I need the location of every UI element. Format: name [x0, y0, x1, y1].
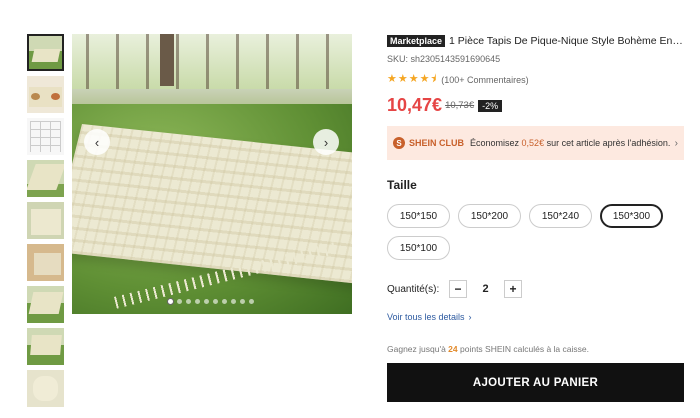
add-to-cart-button[interactable]: AJOUTER AU PANIER — [387, 363, 684, 402]
club-logo-icon: S — [393, 137, 405, 149]
carousel-dot[interactable] — [168, 299, 173, 304]
carousel-dots — [168, 299, 254, 304]
club-name: SHEIN CLUB — [409, 138, 465, 148]
quantity-increase-button[interactable]: + — [504, 280, 522, 298]
thumbnail-9[interactable] — [27, 370, 64, 407]
thumbnail-3[interactable] — [27, 118, 64, 155]
chevron-right-icon: › — [674, 137, 678, 149]
view-details-label: Voir tous les details — [387, 312, 465, 322]
quantity-label: Quantité(s): — [387, 283, 440, 295]
discount-badge: -2% — [478, 99, 503, 112]
carousel-dot[interactable] — [222, 299, 227, 304]
carousel-dot[interactable] — [186, 299, 191, 304]
star-rating-icon: ★★★★⯨ — [387, 73, 438, 85]
size-option[interactable]: 150*150 — [387, 204, 450, 228]
product-page: ‹ › Marketplace 1 Pièce Tapis De Pique-N… — [0, 0, 700, 418]
club-savings-text: Économisez 0,52€ sur cet article après l… — [470, 138, 671, 148]
quantity-decrease-button[interactable]: − — [449, 280, 467, 298]
carousel-dot[interactable] — [231, 299, 236, 304]
thumbnail-5[interactable] — [27, 202, 64, 239]
quantity-stepper: − 2 + — [449, 280, 522, 298]
previous-image-button[interactable]: ‹ — [84, 129, 110, 155]
quantity-row: Quantité(s): − 2 + — [387, 280, 684, 298]
size-label: Taille — [387, 178, 417, 192]
product-info: Marketplace 1 Pièce Tapis De Pique-Nique… — [387, 34, 684, 402]
next-image-button[interactable]: › — [313, 129, 339, 155]
size-option[interactable]: 150*240 — [529, 204, 592, 228]
marketplace-badge: Marketplace — [387, 35, 446, 47]
thumbnail-6[interactable] — [27, 244, 64, 281]
product-sku: SKU: sh2305143591690645 — [387, 54, 501, 64]
carousel-dot[interactable] — [213, 299, 218, 304]
size-option[interactable]: 150*100 — [387, 236, 450, 260]
carousel-dot[interactable] — [249, 299, 254, 304]
carousel-dot[interactable] — [195, 299, 200, 304]
quantity-value[interactable]: 2 — [467, 283, 504, 295]
carousel-dot[interactable] — [240, 299, 245, 304]
club-savings-amount: 0,52€ — [521, 138, 545, 148]
main-product-image — [72, 34, 352, 314]
reviews-count[interactable]: (100+ Commentaires) — [441, 75, 528, 85]
product-title: 1 Pièce Tapis De Pique-Nique Style Bohèm… — [449, 35, 684, 47]
thumbnail-2[interactable] — [27, 76, 64, 113]
thumbnail-8[interactable] — [27, 328, 64, 365]
chevron-right-icon: › — [468, 312, 472, 322]
chevron-right-icon: › — [323, 134, 329, 150]
thumbnail-strip — [27, 34, 65, 412]
points-value: 24 — [448, 344, 458, 354]
thumbnail-1[interactable] — [27, 34, 64, 71]
carousel-dot[interactable] — [204, 299, 209, 304]
original-price: 10,73€ — [445, 100, 475, 111]
size-options: 150*150 150*200 150*240 150*300 150*100 — [387, 204, 687, 260]
carousel-dot[interactable] — [177, 299, 182, 304]
thumbnail-7[interactable] — [27, 286, 64, 323]
size-option-selected[interactable]: 150*300 — [600, 204, 663, 228]
chevron-left-icon: ‹ — [94, 134, 100, 150]
points-info: Gagnez jusqu'à 24 points SHEIN calculés … — [387, 344, 589, 354]
shein-club-banner[interactable]: S SHEIN CLUB Économisez 0,52€ sur cet ar… — [387, 126, 684, 160]
size-option[interactable]: 150*200 — [458, 204, 521, 228]
current-price: 10,47€ — [387, 95, 443, 115]
view-details-link[interactable]: Voir tous les details › — [387, 312, 684, 322]
rating-row[interactable]: ★★★★⯨ (100+ Commentaires) — [387, 70, 684, 89]
thumbnail-4[interactable] — [27, 160, 64, 197]
